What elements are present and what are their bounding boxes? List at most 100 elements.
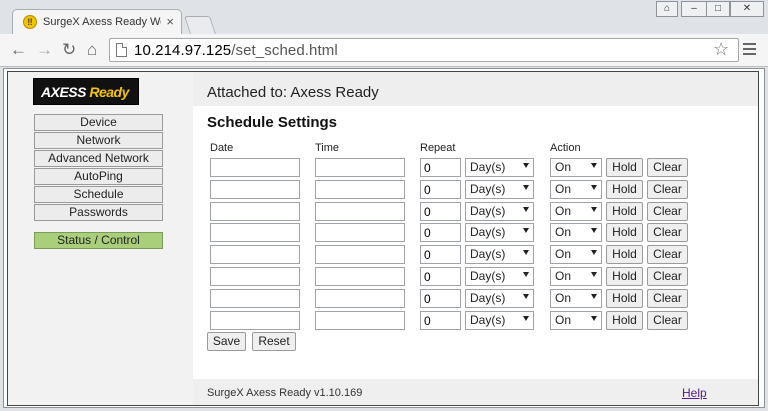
time-field[interactable] (315, 180, 405, 199)
time-column-label: Time (315, 142, 340, 154)
sidebar-item-network[interactable]: Network (34, 132, 163, 149)
bookmark-star-icon[interactable]: ☆ (713, 39, 729, 60)
clear-button[interactable]: Clear (647, 289, 688, 308)
action-select[interactable]: On (550, 158, 602, 177)
browser-menu-icon[interactable] (743, 43, 756, 58)
date-field[interactable] (210, 223, 300, 242)
repeat-count-field[interactable] (420, 158, 461, 177)
clear-button[interactable]: Clear (647, 158, 688, 177)
hold-button[interactable]: Hold (606, 245, 643, 264)
user-profile-icon[interactable]: ⌂ (656, 1, 678, 17)
section-title: Schedule Settings (207, 114, 338, 131)
date-field[interactable] (210, 289, 300, 308)
hold-button[interactable]: Hold (606, 202, 643, 221)
minimize-window-icon[interactable]: – (681, 1, 707, 17)
date-field[interactable] (210, 267, 300, 286)
date-field[interactable] (210, 311, 300, 330)
dropdown-arrow-icon (591, 163, 597, 168)
repeat-unit-select[interactable]: Day(s) (465, 180, 534, 199)
home-icon[interactable]: ⌂ (87, 40, 97, 60)
back-arrow-icon[interactable]: ← (10, 40, 27, 60)
clear-button[interactable]: Clear (647, 311, 688, 330)
browser-tab[interactable]: ‼ SurgeX Axess Ready Web Pä × (12, 9, 182, 34)
forward-arrow-icon[interactable]: → (36, 40, 53, 60)
time-field[interactable] (315, 158, 405, 177)
dropdown-arrow-icon (523, 316, 529, 321)
dropdown-arrow-icon (591, 250, 597, 255)
time-field[interactable] (315, 245, 405, 264)
repeat-unit-select[interactable]: Day(s) (465, 158, 534, 177)
date-field[interactable] (210, 180, 300, 199)
sidebar-item-device[interactable]: Device (34, 114, 163, 131)
reload-icon[interactable]: ↻ (62, 40, 76, 60)
repeat-unit-select[interactable]: Day(s) (465, 202, 534, 221)
sidebar-item-passwords[interactable]: Passwords (34, 204, 163, 221)
clear-button[interactable]: Clear (647, 267, 688, 286)
time-field[interactable] (315, 289, 405, 308)
action-select[interactable]: On (550, 180, 602, 199)
clear-button[interactable]: Clear (647, 202, 688, 221)
repeat-count-field[interactable] (420, 180, 461, 199)
maximize-window-icon[interactable]: □ (706, 1, 730, 17)
action-select[interactable]: On (550, 311, 602, 330)
action-value: On (555, 204, 572, 218)
repeat-unit-select[interactable]: Day(s) (465, 289, 534, 308)
repeat-count-field[interactable] (420, 267, 461, 286)
date-field[interactable] (210, 245, 300, 264)
action-select[interactable]: On (550, 223, 602, 242)
status-control-button[interactable]: Status / Control (34, 232, 163, 249)
url-host: 10.214.97.125 (134, 42, 232, 59)
close-window-icon[interactable]: ✕ (730, 1, 764, 17)
clear-button[interactable]: Clear (647, 245, 688, 264)
repeat-unit-select[interactable]: Day(s) (465, 267, 534, 286)
date-field[interactable] (210, 202, 300, 221)
warning-favicon-icon: ‼ (23, 15, 37, 29)
action-select[interactable]: On (550, 267, 602, 286)
tab-close-icon[interactable]: × (166, 14, 174, 29)
hold-button[interactable]: Hold (606, 289, 643, 308)
dropdown-arrow-icon (591, 294, 597, 299)
dropdown-arrow-icon (523, 250, 529, 255)
url-path: /set_sched.html (231, 42, 338, 59)
repeat-count-field[interactable] (420, 245, 461, 264)
repeat-unit-select[interactable]: Day(s) (465, 245, 534, 264)
help-link[interactable]: Help (682, 386, 707, 400)
save-button[interactable]: Save (207, 332, 246, 351)
sidebar-item-advanced-network[interactable]: Advanced Network (34, 150, 163, 167)
time-field[interactable] (315, 202, 405, 221)
repeat-unit-select[interactable]: Day(s) (465, 223, 534, 242)
sidebar-item-autoping[interactable]: AutoPing (34, 168, 163, 185)
dropdown-arrow-icon (591, 207, 597, 212)
sidebar-item-schedule[interactable]: Schedule (34, 186, 163, 203)
repeat-count-field[interactable] (420, 289, 461, 308)
repeat-unit-value: Day(s) (470, 313, 506, 327)
action-select[interactable]: On (550, 289, 602, 308)
dropdown-arrow-icon (523, 272, 529, 277)
hold-button[interactable]: Hold (606, 267, 643, 286)
time-field[interactable] (315, 223, 405, 242)
repeat-count-field[interactable] (420, 223, 461, 242)
clear-button[interactable]: Clear (647, 180, 688, 199)
time-field[interactable] (315, 311, 405, 330)
action-select[interactable]: On (550, 245, 602, 264)
hold-button[interactable]: Hold (606, 311, 643, 330)
dropdown-arrow-icon (523, 294, 529, 299)
action-select[interactable]: On (550, 202, 602, 221)
hold-button[interactable]: Hold (606, 223, 643, 242)
dropdown-arrow-icon (523, 163, 529, 168)
clear-button[interactable]: Clear (647, 223, 688, 242)
reset-button[interactable]: Reset (252, 332, 296, 351)
repeat-count-field[interactable] (420, 202, 461, 221)
time-field[interactable] (315, 267, 405, 286)
new-tab-button[interactable] (184, 16, 216, 34)
address-bar[interactable]: 10.214.97.125/set_sched.html (109, 38, 739, 62)
date-field[interactable] (210, 158, 300, 177)
action-value: On (555, 313, 572, 327)
repeat-unit-value: Day(s) (470, 204, 506, 218)
hold-button[interactable]: Hold (606, 158, 643, 177)
repeat-unit-select[interactable]: Day(s) (465, 311, 534, 330)
repeat-count-field[interactable] (420, 311, 461, 330)
dropdown-arrow-icon (591, 185, 597, 190)
page-viewport: AXESS Ready Device Network Advanced Netw… (3, 68, 765, 408)
hold-button[interactable]: Hold (606, 180, 643, 199)
